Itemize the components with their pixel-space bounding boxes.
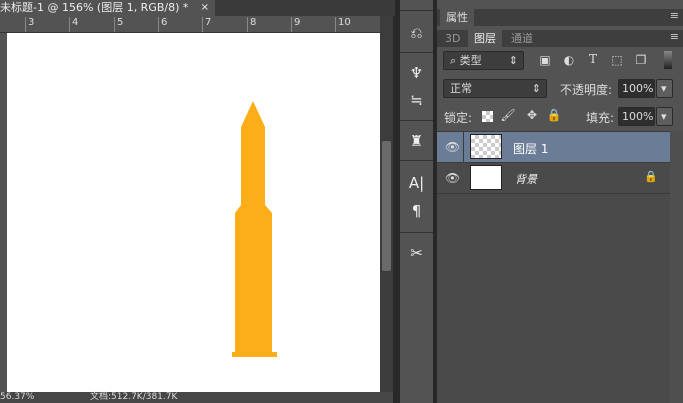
opacity-input[interactable]: 100% [618, 79, 655, 98]
visibility-eye-icon[interactable]: 👁 [445, 140, 460, 154]
filter-toggle[interactable] [664, 51, 672, 69]
status-bar: 56.37% 文档:512.7K/381.7K [0, 392, 393, 403]
layer-thumbnail [470, 165, 502, 190]
ruler-tick: 7 [202, 17, 211, 32]
panel-menu-icon[interactable]: ≡ [670, 30, 679, 43]
clone-source-icon[interactable]: ♜ [404, 130, 429, 152]
history-icon[interactable]: ⎌ [404, 22, 429, 44]
paragraph-icon[interactable]: ¶ [404, 200, 429, 222]
visibility-eye-icon[interactable]: 👁 [445, 171, 460, 185]
tab-bar [215, 0, 395, 16]
tab-3d[interactable]: 3D [439, 30, 466, 47]
adjustment-filter-icon[interactable]: ◐ [561, 53, 577, 67]
bullet-shape [232, 101, 277, 357]
horizontal-ruler: 3 4 5 6 7 8 9 10 [0, 16, 380, 33]
fill-dropdown[interactable]: ▾ [656, 107, 673, 126]
blend-mode: 正常 [450, 82, 472, 95]
image-filter-icon[interactable]: ▣ [537, 53, 553, 67]
layers-scrollbar[interactable] [670, 131, 683, 403]
tab-channels[interactable]: 通道 [505, 30, 539, 47]
document-info: 文档:512.7K/381.7K [90, 392, 178, 402]
vertical-scrollbar[interactable] [380, 16, 393, 392]
ruler-tick: 10 [335, 17, 351, 32]
lock-transparent-icon[interactable] [482, 111, 493, 122]
vertical-ruler [0, 33, 7, 392]
ruler-tick: 8 [247, 17, 256, 32]
scrollbar-thumb[interactable] [382, 141, 391, 271]
lock-move-icon[interactable]: ✥ [524, 108, 540, 122]
lock-label: 锁定: [444, 111, 473, 125]
fill-input[interactable]: 100% [618, 107, 655, 126]
tab-properties[interactable]: 属性 [440, 9, 474, 26]
lock-brush-icon[interactable]: 🖌 [500, 108, 516, 122]
layer-row-1[interactable]: 👁 图层 1 [437, 132, 670, 163]
layer-thumbnail [470, 134, 502, 159]
ruler-tick: 9 [291, 17, 300, 32]
smart-object-filter-icon[interactable]: ❐ [633, 53, 649, 67]
document-title: 未标题-1 @ 156% (图层 1, RGB/8) * [0, 1, 189, 14]
character-icon[interactable]: A| [404, 172, 429, 194]
layer-name[interactable]: 背景 [515, 171, 537, 187]
lock-icon: 🔒 [644, 170, 658, 183]
opacity-dropdown[interactable]: ▾ [656, 79, 673, 98]
zoom-level[interactable]: 56.37% [0, 392, 34, 403]
filter-label: 类型 [459, 54, 482, 67]
canvas[interactable] [7, 33, 380, 392]
close-tab-button[interactable]: × [201, 0, 209, 16]
panel-dock: ⎌ ♆ ≒ ♜ A| ¶ ✂ [400, 0, 433, 403]
lock-all-icon[interactable]: 🔒 [546, 108, 562, 122]
filter-type-select[interactable]: ⌕ 类型 ⇕ [443, 51, 524, 70]
ruler-tick: 3 [25, 17, 34, 32]
tool-presets-icon[interactable]: ✂ [404, 242, 429, 264]
ruler-tick: 5 [114, 17, 123, 32]
ruler-tick: 4 [69, 17, 78, 32]
layer-row-background[interactable]: 👁 背景 🔒 [437, 163, 670, 194]
tab-layers[interactable]: 图层 [468, 30, 502, 47]
layers-panel: 属性 ≡ 3D 图层 通道 ≡ ⌕ 类型 ⇕ ▣ ◐ T ⬚ ❐ 正常 ⇕ 不透明度… [437, 0, 683, 403]
blend-mode-select[interactable]: 正常 ⇕ [443, 79, 547, 98]
layer-name[interactable]: 图层 1 [513, 140, 548, 157]
ruler-tick: 6 [158, 17, 167, 32]
brush-icon[interactable]: ≒ [404, 89, 429, 111]
type-filter-icon[interactable]: T [585, 52, 601, 66]
opacity-label: 不透明度: [560, 83, 613, 97]
brush-presets-icon[interactable]: ♆ [404, 62, 429, 84]
shape-filter-icon[interactable]: ⬚ [609, 53, 625, 67]
fill-label: 填充: [586, 111, 615, 125]
document-tab[interactable]: 未标题-1 @ 156% (图层 1, RGB/8) * × [0, 0, 215, 16]
panel-menu-icon[interactable]: ≡ [670, 9, 679, 22]
